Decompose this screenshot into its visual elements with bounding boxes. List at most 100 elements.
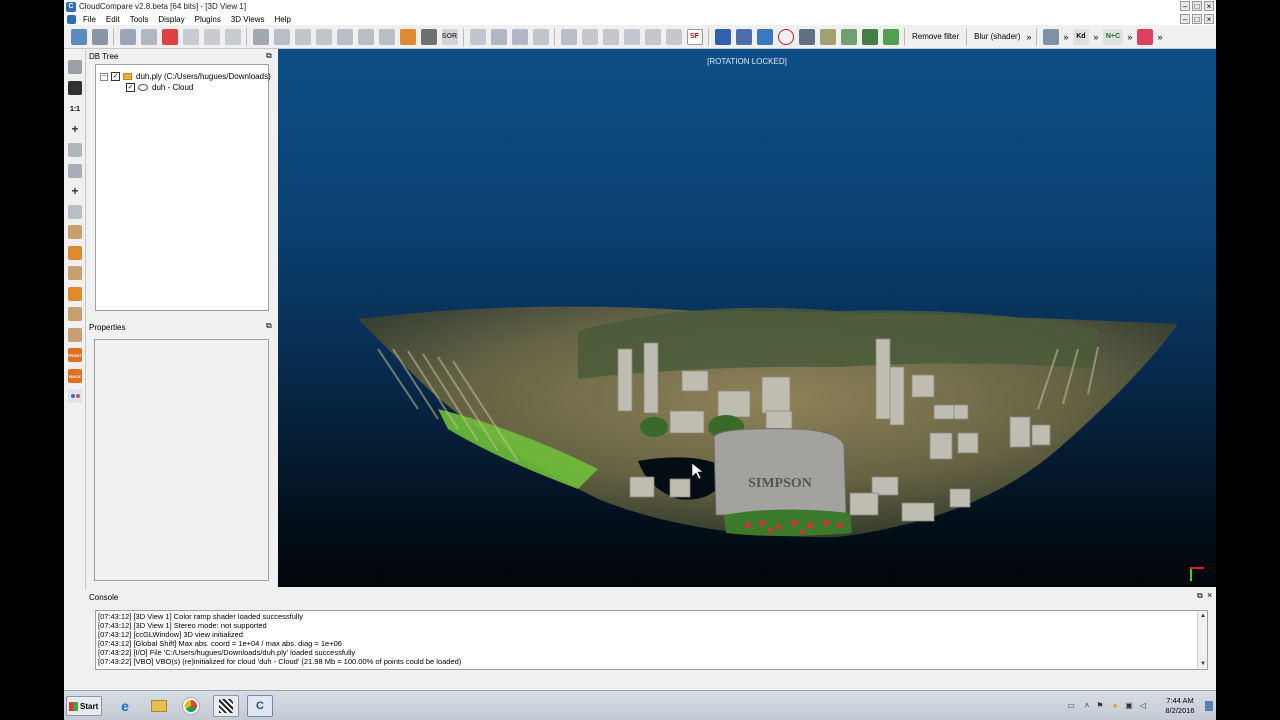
app-pattern-icon[interactable] xyxy=(213,695,239,717)
flag-tray-icon[interactable]: ⚑ xyxy=(1095,701,1105,711)
start-button[interactable]: Start xyxy=(66,696,102,716)
view-left-icon[interactable] xyxy=(68,266,82,280)
view-bottom-icon[interactable] xyxy=(68,328,82,342)
display-tray-icon[interactable]: ▣ xyxy=(1124,701,1134,711)
network-tray-icon[interactable]: ▭ xyxy=(1066,701,1076,711)
menu-help[interactable]: Help xyxy=(270,15,296,24)
blur-shader-button[interactable]: Blur (shader) xyxy=(970,32,1024,41)
toolbar-overflow-button-4[interactable]: » xyxy=(1127,32,1132,42)
mdi-close-button[interactable]: × xyxy=(1204,14,1214,24)
scroll-up-icon[interactable]: ▲ xyxy=(1199,612,1207,620)
bundler-import-icon[interactable] xyxy=(714,28,731,45)
internet-explorer-icon[interactable]: e xyxy=(112,695,138,717)
sf-gradient-icon[interactable] xyxy=(581,28,598,45)
mdi-restore-button[interactable]: □ xyxy=(1192,14,1202,24)
console-close-button[interactable]: × xyxy=(1207,590,1212,600)
console-float-button[interactable]: ⧉ xyxy=(1197,591,1203,601)
minimize-button[interactable]: – xyxy=(1180,1,1190,11)
pencil-icon[interactable] xyxy=(68,60,82,74)
chrome-icon[interactable] xyxy=(178,695,204,717)
subsample-icon[interactable] xyxy=(252,28,269,45)
fine-registration-icon[interactable] xyxy=(511,28,528,45)
compass-icon[interactable] xyxy=(756,28,773,45)
pivot-icon[interactable]: + xyxy=(68,184,82,198)
menu-3d-views[interactable]: 3D Views xyxy=(226,15,270,24)
pick-points-icon[interactable] xyxy=(161,28,178,45)
ellipse-icon[interactable] xyxy=(777,28,794,45)
layers-icon[interactable] xyxy=(1042,28,1059,45)
3d-view[interactable]: [ROTATION LOCKED] SIMPSON xyxy=(278,49,1216,587)
crosshair-icon[interactable]: + xyxy=(68,122,82,136)
scroll-down-icon[interactable]: ▼ xyxy=(1199,660,1207,668)
menu-edit[interactable]: Edit xyxy=(101,15,125,24)
shield-icon[interactable] xyxy=(735,28,752,45)
maximize-button[interactable]: □ xyxy=(1192,1,1202,11)
sf-arithmetic-icon[interactable] xyxy=(602,28,619,45)
histogram-icon[interactable] xyxy=(560,28,577,45)
light-icon[interactable] xyxy=(68,164,82,178)
menu-display[interactable]: Display xyxy=(153,15,189,24)
updates-tray-icon[interactable]: ● xyxy=(1110,701,1120,711)
menu-tools[interactable]: Tools xyxy=(125,15,154,24)
toolbar-overflow-button[interactable]: » xyxy=(1026,32,1031,42)
facets-icon[interactable] xyxy=(840,28,857,45)
camera-icon[interactable] xyxy=(68,81,82,95)
view-back-icon[interactable] xyxy=(68,287,82,301)
tree-checkbox-cloud[interactable]: ✓ xyxy=(126,83,135,92)
normals-color-icon[interactable]: N+C xyxy=(1102,28,1123,45)
sf-filter-icon[interactable] xyxy=(623,28,640,45)
view-top-icon[interactable] xyxy=(68,225,82,239)
toolbar-overflow-button-2[interactable]: » xyxy=(1063,32,1068,42)
toolbar-overflow-button-5[interactable]: » xyxy=(1157,32,1162,42)
sor-filter-icon[interactable]: SOR xyxy=(441,28,458,45)
add-sf-icon[interactable] xyxy=(644,28,661,45)
tree-collapse-toggle[interactable]: − xyxy=(100,72,108,81)
properties-float-button[interactable]: ⧉ xyxy=(266,321,272,331)
file-explorer-icon[interactable] xyxy=(146,695,172,717)
cloud-cloud-distance-icon[interactable] xyxy=(378,28,395,45)
view-right-icon[interactable] xyxy=(68,307,82,321)
point-pair-registration-icon[interactable] xyxy=(469,28,486,45)
tree-row-cloud[interactable]: ✓ duh - Cloud xyxy=(126,82,193,93)
canupo-icon[interactable] xyxy=(861,28,878,45)
curve-icon[interactable] xyxy=(1136,28,1153,45)
tree-checkbox-file[interactable]: ✓ xyxy=(111,72,120,81)
segment-icon[interactable] xyxy=(140,28,157,45)
toolbar-overflow-button-3[interactable]: » xyxy=(1093,32,1098,42)
ambient-occlusion-icon[interactable] xyxy=(399,28,416,45)
iso-front-button[interactable]: FRONT xyxy=(68,348,82,362)
console-scrollbar[interactable]: ▲ ▼ xyxy=(1197,611,1207,669)
align-icon[interactable] xyxy=(490,28,507,45)
delete-sf-icon[interactable] xyxy=(665,28,682,45)
zoom-1-1-button[interactable]: 1:1 xyxy=(68,102,82,116)
cloudcompare-taskbar-icon[interactable]: C xyxy=(247,695,273,717)
show-desktop-button[interactable] xyxy=(1205,701,1213,711)
mdi-window-icon[interactable] xyxy=(67,14,76,24)
menu-file[interactable]: File xyxy=(78,15,101,24)
stereo-icon[interactable] xyxy=(68,389,82,403)
scalar-field-icon[interactable]: SF xyxy=(686,28,703,45)
delete-icon[interactable] xyxy=(224,28,241,45)
menu-plugins[interactable]: Plugins xyxy=(190,15,226,24)
clone-icon[interactable] xyxy=(182,28,199,45)
tree-row-file[interactable]: − ✓ duh.ply (C:/Users/hugues/Downloads) xyxy=(100,71,271,82)
volume-tray-icon[interactable]: ◁ xyxy=(1138,701,1148,711)
noise-filter-icon[interactable] xyxy=(336,28,353,45)
ransac-icon[interactable] xyxy=(882,28,899,45)
hidden-point-removal-icon[interactable] xyxy=(357,28,374,45)
remove-filter-button[interactable]: Remove filter xyxy=(908,32,963,41)
point-list-picking-icon[interactable] xyxy=(798,28,815,45)
mesh-icon[interactable] xyxy=(273,28,290,45)
translate-rotate-icon[interactable] xyxy=(119,28,136,45)
kd-tree-icon[interactable]: Kd xyxy=(1072,28,1089,45)
distance-map-icon[interactable] xyxy=(532,28,549,45)
open-file-icon[interactable] xyxy=(70,28,87,45)
checkerboard-icon[interactable] xyxy=(420,28,437,45)
iso-back-button[interactable]: BACK xyxy=(68,369,82,383)
show-hidden-icons-icon[interactable]: ˄ xyxy=(1082,701,1092,711)
hough-normals-icon[interactable] xyxy=(819,28,836,45)
close-button[interactable]: × xyxy=(1204,1,1214,11)
save-file-icon[interactable] xyxy=(91,28,108,45)
view-front-icon[interactable] xyxy=(68,246,82,260)
db-tree-float-button[interactable]: ⧉ xyxy=(266,51,272,61)
